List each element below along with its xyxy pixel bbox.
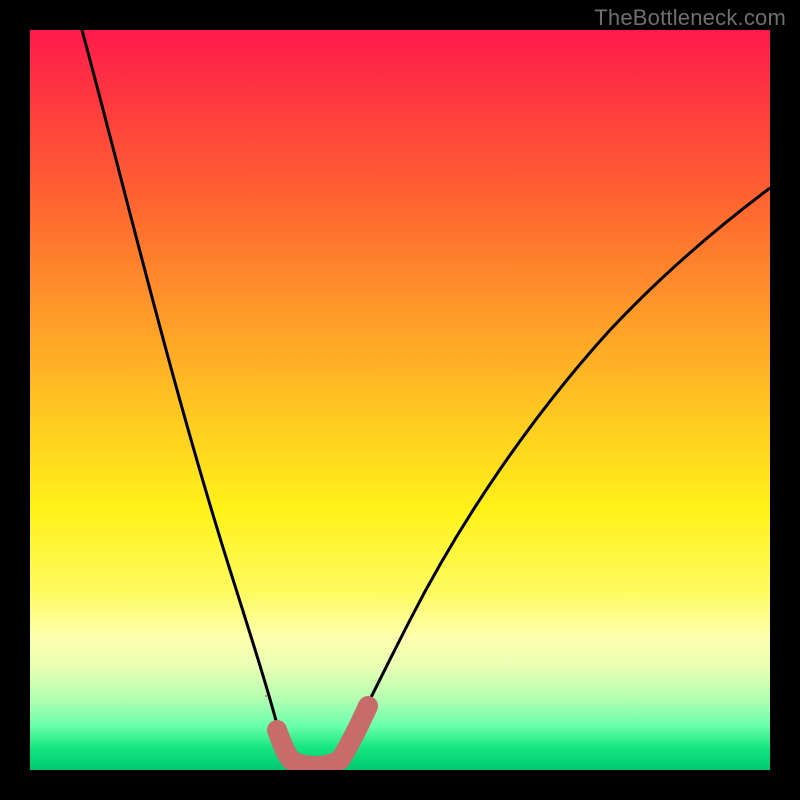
plot-area xyxy=(30,30,770,770)
bottleneck-curve-left xyxy=(82,30,298,765)
highlight-seg-right xyxy=(340,706,368,760)
bottleneck-curve-right xyxy=(335,188,770,765)
watermark-text: TheBottleneck.com xyxy=(594,5,786,31)
curve-layer xyxy=(30,30,770,770)
chart-frame: TheBottleneck.com xyxy=(0,0,800,800)
highlight-markers xyxy=(265,695,368,766)
highlight-dot xyxy=(265,695,267,697)
